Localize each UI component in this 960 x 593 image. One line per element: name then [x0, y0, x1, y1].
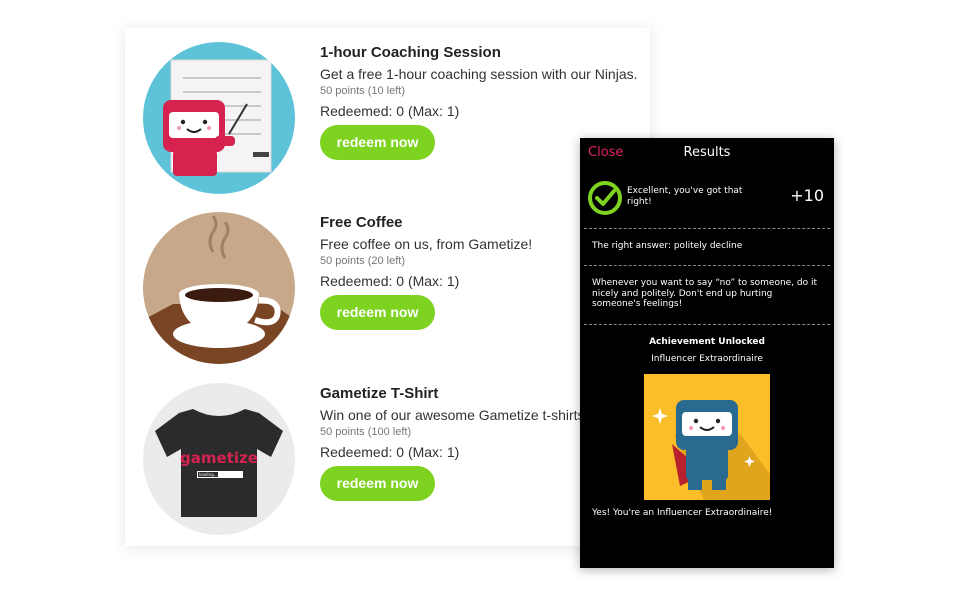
achievement-title: Achievement Unlocked	[649, 337, 765, 347]
explanation-text: Whenever you want to say “no” to someone…	[592, 278, 818, 309]
shirt-print-text: gametize	[180, 449, 258, 467]
result-row: Excellent, you've got that right! +10	[580, 168, 834, 226]
right-answer: The right answer: politely decline	[592, 241, 743, 251]
coffee-cup-illustration	[143, 212, 295, 364]
shirt-loading-text: loading...	[199, 472, 218, 477]
result-message: Excellent, you've got that right!	[627, 186, 743, 207]
score-badge: +10	[790, 186, 824, 205]
tshirt-illustration: gametize loading...	[143, 383, 295, 535]
redeem-button[interactable]: redeem now	[320, 125, 435, 160]
reward-item-coaching: 1-hour Coaching Session Get a free 1-hou…	[125, 28, 650, 198]
divider	[584, 228, 830, 229]
results-title: Results	[683, 145, 731, 160]
ninja-hero-badge	[644, 374, 770, 500]
reward-title: 1-hour Coaching Session	[320, 44, 501, 61]
rewards-card: 1-hour Coaching Session Get a free 1-hou…	[125, 28, 650, 546]
ninja-coaching-illustration	[143, 42, 295, 194]
reward-item-coffee: Free Coffee Free coffee on us, from Game…	[125, 198, 650, 368]
divider	[584, 324, 830, 325]
achievement-name: Influencer Extraordinaire	[651, 354, 763, 364]
results-panel: Close Results Excellent, you've got that…	[580, 138, 834, 568]
reward-redeemed: Redeemed: 0 (Max: 1)	[320, 103, 460, 119]
results-topbar: Close Results	[580, 138, 834, 168]
reward-points: 50 points (10 left)	[320, 85, 405, 97]
redeem-button[interactable]: redeem now	[320, 466, 435, 501]
check-circle-icon	[588, 181, 622, 215]
redeem-button[interactable]: redeem now	[320, 295, 435, 330]
reward-item-tshirt: gametize loading... Gametize T-Shirt Win…	[125, 369, 650, 539]
divider	[584, 265, 830, 266]
reward-description: Get a free 1-hour coaching session with …	[320, 66, 638, 82]
congrats-text: Yes! You're an Influencer Extraordinaire…	[592, 508, 773, 518]
